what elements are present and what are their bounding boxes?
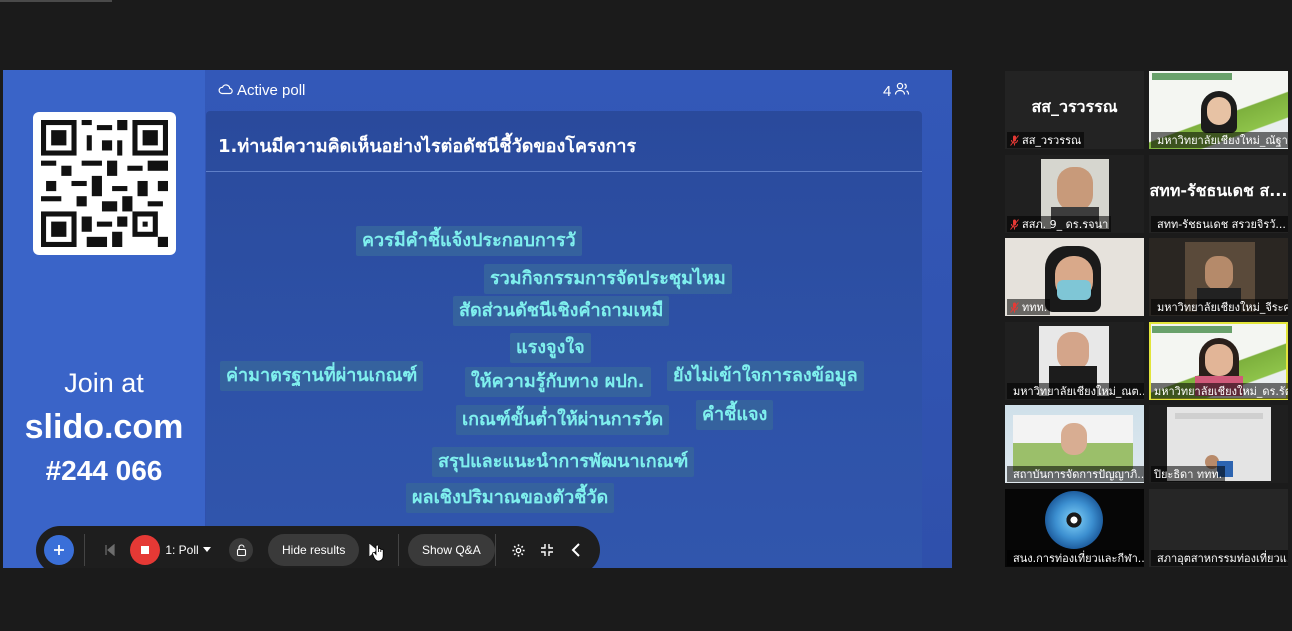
- participant-label: สภาอุตสาหกรรมท่องเที่ยวแ...: [1151, 550, 1288, 566]
- participant-name: มหาวิทยาลัยเชียงใหม่_ดร.รัตซ...: [1154, 385, 1288, 398]
- participant-label: สส_วรวรรณ: [1007, 132, 1085, 148]
- participant-name: ปิยะธิดา ททท.: [1154, 468, 1223, 481]
- participant-name: สทท-รัชธนเดช สรวยจิรวั...: [1157, 218, 1286, 231]
- add-button[interactable]: [44, 535, 74, 565]
- participant-label: มหาวิทยาลัยเชียงใหม่_จีระศ...: [1151, 299, 1288, 315]
- people-icon: [894, 82, 910, 100]
- participant-tile-active-speaker[interactable]: มหาวิทยาลัยเชียงใหม่_ดร.รัตซ...: [1149, 322, 1288, 400]
- join-panel: Join at slido.com #244 066: [3, 70, 205, 568]
- participant-name: ททท.: [1022, 301, 1048, 314]
- participant-name-large: สส_วรวรรณ: [1031, 97, 1118, 116]
- participant-tile[interactable]: มหาวิทยาลัยเชียงใหม่_ณต...: [1005, 322, 1144, 400]
- hide-results-button[interactable]: Hide results: [268, 534, 360, 566]
- poll-results-card: 1.ท่านมีความคิดเห็นอย่างไรต่อดัชนีชี้วัด…: [206, 111, 922, 568]
- join-site: slido.com: [24, 408, 184, 446]
- participant-label: มหาวิทยาลัยเชียงใหม่_ณัฐา...: [1151, 132, 1288, 148]
- word-cloud-item: ยังไม่เข้าใจการลงข้อมูล: [667, 361, 864, 391]
- participant-label: สทท-รัชธนเดช สรวยจิรวั...: [1151, 216, 1288, 232]
- participant-tile[interactable]: ปิยะธิดา ททท.: [1149, 405, 1288, 483]
- participant-label: สถาบันการจัดการปัญญาภิ...: [1007, 466, 1144, 482]
- participant-count-value: 4: [883, 82, 892, 100]
- slide-banner: [1152, 73, 1232, 80]
- participant-label: สสภ. 9_ ดร.รจนา: [1007, 216, 1112, 232]
- participant-name-large: สทท-รัชธนเดช ส...: [1149, 181, 1288, 200]
- word-cloud-item: รวมกิจกรรมการจัดประชุมไหม: [484, 264, 732, 294]
- participant-label: มหาวิทยาลัยเชียงใหม่_ณต...: [1007, 383, 1144, 399]
- participant-tile[interactable]: ททท.: [1005, 238, 1144, 316]
- participant-tile[interactable]: สสภ. 9_ ดร.รจนา: [1005, 155, 1144, 233]
- chevron-left-icon[interactable]: [564, 534, 588, 566]
- word-cloud-item: ให้ความรู้กับทาง ผปก.: [465, 367, 651, 397]
- participant-name: มหาวิทยาลัยเชียงใหม่_ณัฐา...: [1157, 134, 1288, 147]
- cloud-icon: [218, 82, 233, 99]
- avatar-eye-icon: [1045, 491, 1103, 549]
- participant-label: ปิยะธิดา ททท.: [1151, 466, 1226, 482]
- mouse-cursor-icon: [372, 544, 386, 566]
- divider: [398, 534, 399, 566]
- top-edge-bar: [0, 0, 112, 2]
- participant-count: 4: [883, 82, 910, 100]
- word-cloud-item: ควรมีคำชี้แจ้งประกอบการวั: [356, 226, 582, 256]
- show-qa-button[interactable]: Show Q&A: [408, 534, 495, 566]
- unlock-icon[interactable]: [229, 538, 253, 562]
- presenter-toolbar: 1: Poll Hide results Show Q&A: [36, 526, 600, 568]
- poll-select[interactable]: 1: Poll: [164, 534, 212, 566]
- participant-name: สสภ. 9_ ดร.รจนา: [1022, 218, 1109, 231]
- participant-tile[interactable]: สทท-รัชธนเดช ส... สทท-รัชธนเดช สรวยจิรวั…: [1149, 155, 1288, 233]
- word-cloud-item: เกณฑ์ขั้นต่ำให้ผ่านการวัด: [456, 405, 670, 435]
- muted-mic-icon: [1010, 301, 1019, 313]
- poll-status: Active poll: [218, 82, 305, 99]
- participant-name: สส_วรวรรณ: [1022, 134, 1082, 147]
- divider: [84, 534, 85, 566]
- participant-name: มหาวิทยาลัยเชียงใหม่_ณต...: [1013, 385, 1144, 398]
- word-cloud-item: สัดส่วนดัชนีเชิงคำถามเหมื: [453, 296, 670, 326]
- participant-tile[interactable]: สนง.การท่องเที่ยวและกีฬา...: [1005, 489, 1144, 567]
- poll-status-label: Active poll: [237, 82, 306, 99]
- video-face: [1205, 344, 1233, 376]
- participant-name: สถาบันการจัดการปัญญาภิ...: [1013, 468, 1144, 481]
- divider: [206, 171, 922, 172]
- video-face: [1057, 332, 1089, 370]
- word-cloud-item: สรุปและแนะนำการพัฒนาเกณฑ์: [432, 447, 695, 477]
- stop-button[interactable]: [130, 535, 160, 565]
- join-at-label: Join at: [64, 368, 144, 398]
- caret-down-icon: [202, 547, 211, 552]
- muted-mic-icon: [1010, 134, 1019, 146]
- divider: [495, 534, 496, 566]
- exit-fullscreen-icon[interactable]: [535, 534, 559, 566]
- participant-label: ททท.: [1007, 299, 1051, 315]
- participant-name: สภาอุตสาหกรรมท่องเที่ยวแ...: [1157, 552, 1288, 565]
- ceiling-light: [1175, 413, 1263, 419]
- word-cloud-item: แรงจูงใจ: [510, 333, 591, 363]
- participant-label: สนง.การท่องเที่ยวและกีฬา...: [1007, 550, 1144, 566]
- participant-tile[interactable]: มหาวิทยาลัยเชียงใหม่_จีระศ...: [1149, 238, 1288, 316]
- word-cloud-item: ผลเชิงปริมาณของตัวชี้วัด: [406, 483, 615, 513]
- participant-name: มหาวิทยาลัยเชียงใหม่_จีระศ...: [1157, 301, 1288, 314]
- face-mask: [1057, 280, 1091, 300]
- qr-code: [33, 112, 176, 255]
- skip-previous-icon[interactable]: [98, 534, 122, 566]
- gear-icon[interactable]: [506, 534, 530, 566]
- participant-tile[interactable]: มหาวิทยาลัยเชียงใหม่_ณัฐา...: [1149, 71, 1288, 149]
- video-face: [1207, 97, 1231, 125]
- muted-mic-icon: [1010, 218, 1019, 230]
- participant-name: สนง.การท่องเที่ยวและกีฬา...: [1013, 552, 1144, 565]
- event-code: #244 066: [45, 455, 163, 486]
- slido-presentation: Join at slido.com #244 066 Active poll 4…: [3, 70, 952, 568]
- participant-tile[interactable]: สภาอุตสาหกรรมท่องเที่ยวแ...: [1149, 489, 1288, 567]
- video-face: [1061, 423, 1087, 455]
- poll-question: 1.ท่านมีความคิดเห็นอย่างไรต่อดัชนีชี้วัด…: [218, 136, 637, 157]
- word-cloud-item: ค่ามาตรฐานที่ผ่านเกณฑ์: [220, 361, 424, 391]
- participant-tile[interactable]: สส_วรวรรณ สส_วรวรรณ: [1005, 71, 1144, 149]
- poll-select-label: 1: Poll: [165, 543, 199, 557]
- participant-label: มหาวิทยาลัยเชียงใหม่_ดร.รัตซ...: [1151, 383, 1288, 399]
- video-face: [1057, 167, 1093, 211]
- slide-banner: [1152, 326, 1232, 333]
- participant-tile[interactable]: สถาบันการจัดการปัญญาภิ...: [1005, 405, 1144, 483]
- video-face: [1205, 256, 1233, 290]
- word-cloud-item: คำชี้แจง: [696, 400, 774, 430]
